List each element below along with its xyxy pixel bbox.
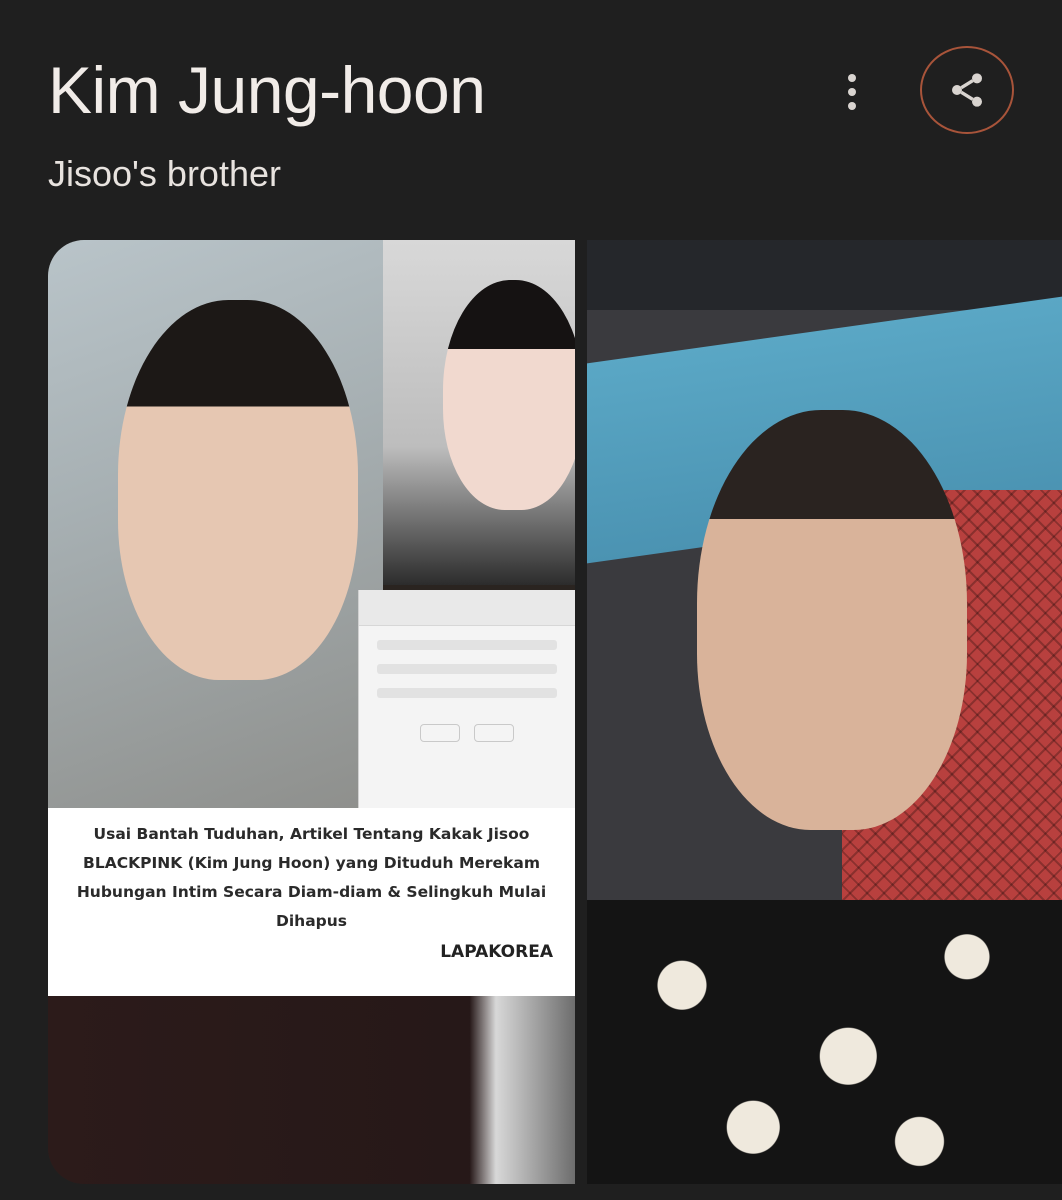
man-selfie-portrait xyxy=(697,410,967,830)
caption-text: Usai Bantah Tuduhan, Artikel Tentang Kak… xyxy=(76,825,547,930)
browser-bar xyxy=(359,590,575,626)
placeholder-line xyxy=(377,640,557,650)
source-logo: LAPAKOREA xyxy=(440,942,553,962)
photo-lower-area xyxy=(48,996,575,1184)
patterned-shirt xyxy=(587,900,1062,1184)
phone-screenshot xyxy=(358,590,575,808)
placeholder-line xyxy=(377,688,557,698)
man-portrait xyxy=(118,300,358,680)
man-photo xyxy=(48,240,383,808)
more-options-button[interactable] xyxy=(832,68,872,116)
gallery-image-1[interactable]: Usai Bantah Tuduhan, Artikel Tentang Kak… xyxy=(48,240,575,1184)
dialog-button xyxy=(474,724,514,742)
more-vertical-icon xyxy=(848,74,856,82)
gallery-image-2[interactable] xyxy=(587,240,1062,1184)
ceiling-area xyxy=(587,240,1062,310)
woman-portrait xyxy=(443,280,575,510)
entity-title: Kim Jung-hoon xyxy=(48,53,486,127)
image-gallery: Usai Bantah Tuduhan, Artikel Tentang Kak… xyxy=(48,240,1062,1184)
more-vertical-icon-dot xyxy=(848,102,856,110)
entity-subtitle: Jisoo's brother xyxy=(48,153,281,194)
dialog-buttons xyxy=(359,724,575,742)
more-vertical-icon-dot xyxy=(848,88,856,96)
dialog-button xyxy=(420,724,460,742)
share-button[interactable] xyxy=(920,46,1014,134)
article-caption: Usai Bantah Tuduhan, Artikel Tentang Kak… xyxy=(48,808,575,996)
share-icon xyxy=(952,73,982,107)
knowledge-panel: Kim Jung-hoon Jisoo's brother Usai Banta… xyxy=(0,0,1062,1200)
placeholder-line xyxy=(377,664,557,674)
